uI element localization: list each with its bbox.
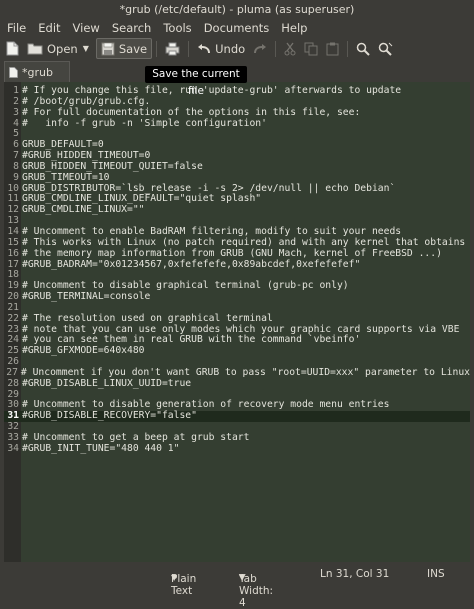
editor-lines: 1 # If you change this file, run 'update-… bbox=[4, 85, 470, 455]
line-number: 3 bbox=[13, 106, 19, 118]
line-text: # For full documentation of the options … bbox=[22, 106, 361, 118]
line-text: #GRUB_BADRAM="0x01234567,0xfefefefe,0x89… bbox=[22, 258, 361, 270]
line-text: #GRUB_DISABLE_RECOVERY="false" bbox=[22, 410, 197, 422]
line-number: 28 bbox=[7, 377, 19, 389]
redo-icon bbox=[254, 43, 267, 53]
text-editor[interactable]: 1 # If you change this file, run 'update-… bbox=[4, 82, 470, 562]
code-line[interactable]: 31 #GRUB_DISABLE_RECOVERY="false" bbox=[4, 410, 470, 423]
line-number: 22 bbox=[7, 312, 19, 324]
redo-button[interactable] bbox=[249, 38, 271, 59]
print-icon bbox=[165, 42, 180, 55]
new-button[interactable] bbox=[0, 38, 23, 59]
code-line[interactable]: 4 # info -f grub -n 'Simple configuration… bbox=[4, 117, 470, 130]
code-line[interactable]: 20 #GRUB_TERMINAL=console bbox=[4, 291, 470, 303]
cursor-position: Ln 31, Col 31 bbox=[320, 568, 390, 580]
tab-label: *grub bbox=[22, 65, 53, 79]
document-icon bbox=[9, 66, 18, 78]
menu-documents[interactable]: Documents bbox=[197, 21, 275, 35]
toolbar-separator bbox=[188, 40, 190, 57]
menu-tools[interactable]: Tools bbox=[156, 21, 196, 35]
insert-mode: INS bbox=[427, 568, 445, 580]
line-text: #GRUB_DISABLE_LINUX_UUID=true bbox=[22, 377, 192, 389]
code-line[interactable]: 25 #GRUB_GFXMODE=640x480 bbox=[4, 345, 470, 357]
save-label: Save bbox=[118, 41, 148, 56]
toolbar-separator bbox=[347, 40, 349, 57]
line-text: #GRUB_TERMINAL=console bbox=[22, 291, 151, 303]
menu-bar: File Edit View Search Tools Documents He… bbox=[0, 19, 474, 37]
status-bar: Plain Text ▼ Tab Width: 4 ▼ Ln 31, Col 3… bbox=[0, 563, 474, 609]
line-number: 16 bbox=[7, 247, 19, 259]
find-replace-icon bbox=[378, 42, 393, 56]
copy-button[interactable] bbox=[300, 38, 322, 59]
code-line[interactable]: 12 GRUB_CMDLINE_LINUX="" bbox=[4, 204, 470, 216]
paste-button[interactable] bbox=[322, 38, 343, 59]
window-title: *grub (/etc/default) - pluma (as superus… bbox=[0, 0, 474, 19]
line-text: # The resolution used on graphical termi… bbox=[22, 312, 273, 324]
line-text: #GRUB_INIT_TUNE="480 440 1" bbox=[22, 442, 180, 454]
code-line[interactable]: 34 #GRUB_INIT_TUNE="480 440 1" bbox=[4, 442, 470, 455]
code-line[interactable]: 16 # the memory map information from GRUB… bbox=[4, 247, 470, 260]
save-icon bbox=[101, 42, 115, 55]
print-button[interactable] bbox=[161, 38, 184, 59]
line-number: 9 bbox=[13, 171, 19, 183]
toolbar-separator bbox=[156, 40, 158, 57]
code-line[interactable]: 28 #GRUB_DISABLE_LINUX_UUID=true bbox=[4, 377, 470, 390]
copy-icon bbox=[304, 42, 318, 55]
save-tooltip: Save the current file bbox=[145, 66, 247, 97]
line-text: #GRUB_GFXMODE=640x480 bbox=[22, 345, 145, 357]
code-line[interactable]: 17 #GRUB_BADRAM="0x01234567,0xfefefefe,0x… bbox=[4, 258, 470, 271]
search-icon bbox=[356, 42, 370, 56]
open-label: Open bbox=[47, 41, 78, 56]
line-number: 34 bbox=[7, 442, 19, 454]
paste-icon bbox=[326, 42, 339, 55]
cut-button[interactable] bbox=[280, 38, 300, 59]
code-line[interactable]: 3 # For full documentation of the options… bbox=[4, 106, 470, 119]
menu-edit[interactable]: Edit bbox=[31, 21, 65, 35]
find-replace-button[interactable] bbox=[374, 38, 397, 59]
code-line[interactable]: 22 # The resolution used on graphical ter… bbox=[4, 312, 470, 325]
folder-icon bbox=[27, 43, 43, 55]
menu-view[interactable]: View bbox=[66, 21, 105, 35]
undo-label: Undo bbox=[215, 41, 246, 56]
open-dropdown-icon[interactable]: ▼ bbox=[83, 44, 89, 53]
tab-width-dropdown-icon: ▼ bbox=[239, 573, 246, 582]
menu-help[interactable]: Help bbox=[274, 21, 312, 35]
menu-search[interactable]: Search bbox=[105, 21, 157, 35]
undo-icon bbox=[198, 43, 211, 53]
syntax-dropdown-icon: ▼ bbox=[171, 573, 178, 582]
toolbar: Open ▼ Save Undo bbox=[0, 37, 474, 60]
menu-file[interactable]: File bbox=[0, 21, 31, 35]
open-button[interactable]: Open ▼ bbox=[23, 38, 93, 59]
line-text: GRUB_TIMEOUT=10 bbox=[22, 171, 110, 183]
tab-grub[interactable]: *grub bbox=[4, 61, 70, 82]
save-button[interactable]: Save bbox=[95, 38, 153, 59]
undo-button[interactable]: Undo bbox=[193, 38, 249, 59]
cut-icon bbox=[284, 42, 296, 55]
toolbar-separator bbox=[275, 40, 277, 57]
line-text: # the memory map information from GRUB (… bbox=[22, 247, 442, 259]
code-line[interactable]: 9 GRUB_TIMEOUT=10 bbox=[4, 171, 470, 184]
find-button[interactable] bbox=[352, 38, 374, 59]
line-text: GRUB_CMDLINE_LINUX="" bbox=[22, 204, 145, 216]
line-text: # info -f grub -n 'Simple configuration' bbox=[22, 117, 267, 129]
new-document-icon bbox=[6, 41, 19, 56]
